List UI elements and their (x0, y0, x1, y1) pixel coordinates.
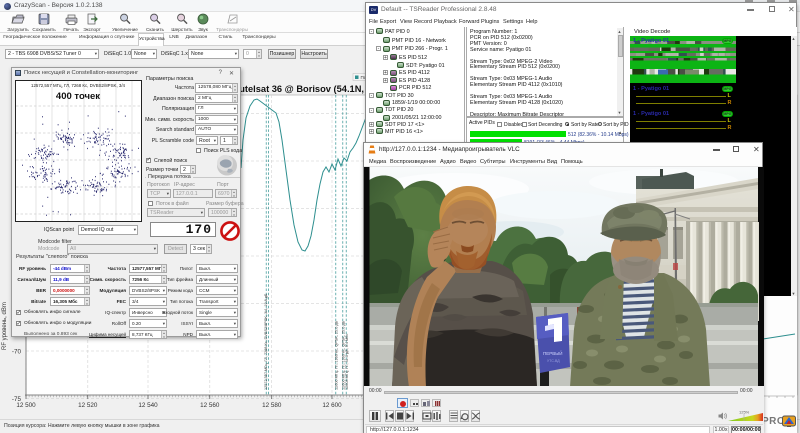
svg-text:-70: -70 (12, 349, 22, 356)
svg-text:RF уровень, dBm: RF уровень, dBm (2, 302, 8, 350)
svg-text:125%: 125% (739, 410, 750, 415)
svg-text:12603 МГц, ГЛ, 31.0 дБ, 5.4 Мб: 12603 МГц, ГЛ, 31.0 дБ, 5.4 Мбс (345, 334, 349, 390)
svg-text:12 560: 12 560 (200, 402, 220, 409)
svg-text:12 600: 12 600 (322, 402, 342, 409)
svg-text:-75: -75 (12, 396, 22, 403)
svg-text:ПЕРВЫЙ: ПЕРВЫЙ (543, 349, 562, 356)
svg-text:400 точек: 400 точек (56, 91, 100, 102)
svg-text:12 520: 12 520 (78, 402, 98, 409)
svg-text:12572,557 МГц, ГЛ, 7268 Кс, DV: 12572,557 МГц, ГЛ, 7268 Кс, DVBS2/8PSK, … (264, 293, 268, 390)
svg-text:12 580: 12 580 (262, 402, 282, 409)
svg-text:12 540: 12 540 (138, 402, 158, 409)
svg-text:12 500: 12 500 (16, 402, 36, 409)
svg-text:УТС-ВД: УТС-ВД (547, 359, 560, 363)
svg-text:12572,557 МГц, ГЛ, 7268 Кс, DV: 12572,557 МГц, ГЛ, 7268 Кс, DVBS2/8PSK, … (31, 83, 126, 88)
svg-text:12600 МГц, ГЛ, 1999 Кс, QPSK,: 12600 МГц, ГЛ, 1999 Кс, QPSK, 25.0 дБ (335, 320, 339, 390)
